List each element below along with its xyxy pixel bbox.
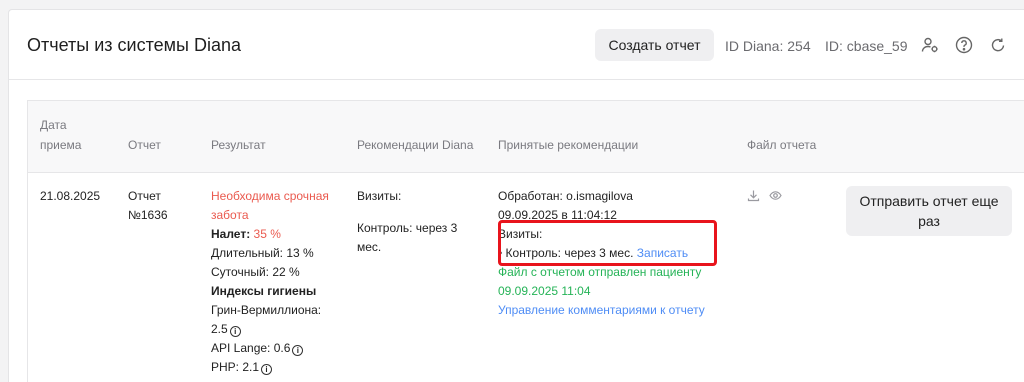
- row-report: Отчет №1636: [128, 187, 168, 225]
- row-result: Необходима срочная забота Налет: 35 % Дл…: [211, 187, 341, 377]
- green-vermillion-line: 2.5 i: [211, 320, 341, 339]
- base-id-label: ID: cbase_59: [825, 38, 908, 54]
- urgent-status-line2: забота: [211, 208, 249, 222]
- row-recommendations: Визиты: Контроль: через 3 мес.: [357, 187, 477, 257]
- help-icon[interactable]: [955, 36, 973, 54]
- php-line: PHP: 2.1 i: [211, 358, 341, 377]
- page-title: Отчеты из системы Diana: [27, 35, 241, 55]
- recommendation-visits: Визиты:: [357, 189, 402, 203]
- column-date: Дата приема: [40, 115, 81, 155]
- file-sent-date: 09.09.2025 11:04: [498, 284, 591, 298]
- column-file: Файл отчета: [747, 138, 817, 152]
- resend-report-line2: раз: [918, 213, 940, 229]
- long-plaque: Длительный: 13 %: [211, 246, 314, 260]
- green-vermillion-label: Грин-Вермиллиона:: [211, 303, 322, 317]
- reports-card: Отчеты из системы Diana Создать отчет ID…: [8, 9, 1024, 382]
- column-report: Отчет: [128, 138, 161, 152]
- resend-report-line1: Отправить отчет еще: [859, 193, 999, 209]
- row-report-line1: Отчет: [128, 189, 161, 203]
- row-date: 21.08.2025: [40, 189, 101, 203]
- daily-plaque: Суточный: 22 %: [211, 265, 300, 279]
- info-icon[interactable]: i: [292, 345, 304, 356]
- info-icon[interactable]: i: [229, 326, 241, 337]
- info-icon[interactable]: i: [261, 364, 273, 375]
- eye-icon[interactable]: [769, 189, 782, 202]
- urgent-status-line1: Необходима срочная: [211, 189, 329, 203]
- plaque-line: Налет: 35 %: [211, 225, 341, 244]
- reports-table: Дата приема Отчет Результат Рекомендации…: [27, 100, 1024, 382]
- manage-comments-link[interactable]: Управление комментариями к отчету: [498, 301, 728, 320]
- column-date-line2: приема: [40, 138, 82, 152]
- processed-by: Обработан: o.ismagilova: [498, 189, 633, 203]
- refresh-icon[interactable]: [989, 36, 1007, 54]
- recommendation-control-line2: мес.: [357, 240, 382, 254]
- diana-id-label: ID Diana: 254: [725, 38, 811, 54]
- green-vermillion-value: 2.5: [211, 322, 228, 336]
- highlight-box: [498, 220, 717, 266]
- api-lange-value: API Lange: 0.6: [211, 341, 291, 355]
- column-date-line1: Дата: [40, 118, 67, 132]
- download-icon[interactable]: [747, 189, 760, 202]
- row-report-number: №1636: [128, 208, 168, 222]
- reports-header: Отчеты из системы Diana Создать отчет ID…: [9, 10, 1024, 80]
- plaque-label: Налет:: [211, 227, 251, 241]
- php-value: PHP: 2.1: [211, 360, 260, 374]
- user-settings-icon[interactable]: [921, 36, 939, 54]
- resend-report-button[interactable]: Отправить отчет еще раз: [846, 186, 1012, 236]
- api-lange-line: API Lange: 0.6 i: [211, 339, 341, 358]
- create-report-button[interactable]: Создать отчет: [595, 29, 714, 61]
- table-header: Дата приема Отчет Результат Рекомендации…: [28, 101, 1024, 173]
- column-recommendations: Рекомендации Diana: [357, 138, 474, 152]
- hygiene-indices-title: Индексы гигиены: [211, 284, 317, 298]
- column-accepted: Принятые рекомендации: [498, 138, 639, 152]
- recommendation-control-line1: Контроль: через 3: [357, 221, 458, 235]
- column-result: Результат: [211, 138, 266, 152]
- plaque-value: 35 %: [253, 227, 281, 241]
